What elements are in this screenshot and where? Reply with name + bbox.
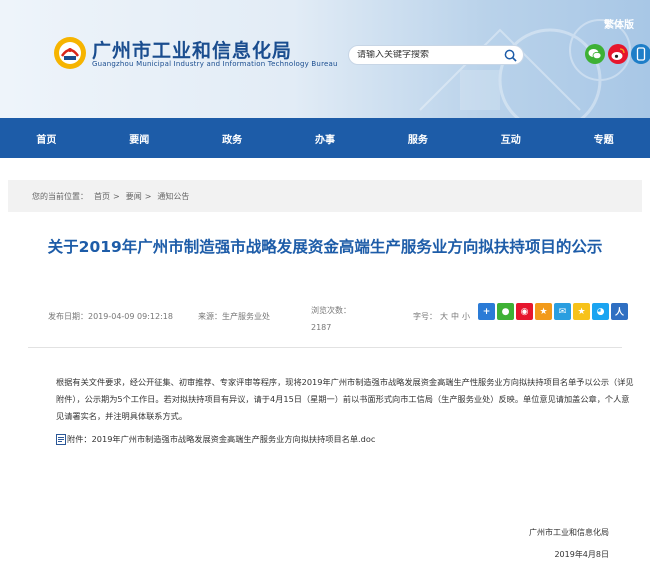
font-size-small[interactable]: 小 [462,312,470,321]
nav-item-home[interactable]: 首页 [0,131,93,146]
nav-item-services-handling[interactable]: 办事 [279,131,372,146]
font-size-medium[interactable]: 中 [451,312,459,321]
doc-file-icon [56,433,66,445]
breadcrumb-separator: > [144,191,152,201]
wechat-icon[interactable] [585,44,605,64]
font-size-control: 字号：大中小 [413,311,470,322]
breadcrumb: 您的当前位置： 首页 > 要闻 > 通知公告 [8,180,642,212]
share-qzone-icon[interactable]: ★ [535,303,552,320]
site-header: 广州市工业和信息化局 Guangzhou Municipal Industry … [0,0,650,118]
share-bar: + ● ◉ ★ ✉ ★ ◕ 人 [478,303,628,320]
share-renren-icon[interactable]: 人 [611,303,628,320]
search-input[interactable] [349,50,499,60]
publish-date: 发布日期：2019-04-09 09:12:18 [48,312,173,321]
view-count: 2187 [311,323,332,332]
share-star-icon[interactable]: ★ [573,303,590,320]
article-title: 关于2019年广州市制造强市战略发展资金高端生产服务业方向拟扶持项目的公示 [47,238,603,256]
article-source: 来源：生产服务业处 [198,312,270,321]
site-subtitle: Guangzhou Municipal Industry and Informa… [92,60,338,68]
breadcrumb-home[interactable]: 首页 [94,191,110,202]
search-icon[interactable] [504,49,517,62]
site-title: 广州市工业和信息化局 [92,40,293,62]
share-qq-icon[interactable]: ◕ [592,303,609,320]
mobile-app-icon[interactable] [631,44,650,64]
breadcrumb-prefix: 您的当前位置： [32,191,88,201]
signature-date: 2019年4月8日 [554,550,609,559]
font-size-label: 字号： [413,312,437,321]
view-count-label: 浏览次数： [311,306,351,315]
attachment: 附件：2019年广州市制造强市战略发展资金高端生产服务业方向拟扶持项目名单.do… [56,433,375,445]
nav-item-news[interactable]: 要闻 [93,131,186,146]
share-email-icon[interactable]: ✉ [554,303,571,320]
font-size-large[interactable]: 大 [440,312,448,321]
share-wechat-icon[interactable]: ● [497,303,514,320]
nav-item-services[interactable]: 服务 [371,131,464,146]
breadcrumb-news[interactable]: 要闻 [126,191,142,202]
bureau-logo [54,37,86,69]
breadcrumb-separator: > [113,191,120,201]
attachment-link[interactable]: 附件：2019年广州市制造强市战略发展资金高端生产服务业方向拟扶持项目名单.do… [67,433,375,445]
nav-item-topics[interactable]: 专题 [557,131,650,146]
article-body: 根据有关文件要求，经公开征集、初审推荐、专家评审等程序，现将2019年广州市制造… [56,377,634,421]
share-weibo-icon[interactable]: ◉ [516,303,533,320]
nav-item-government-affairs[interactable]: 政务 [186,131,279,146]
search-box [348,45,524,65]
main-nav: 首页 要闻 政务 办事 服务 互动 专题 [0,118,650,158]
meta-divider [28,347,622,348]
weibo-icon[interactable] [608,44,628,64]
nav-item-interaction[interactable]: 互动 [464,131,557,146]
breadcrumb-notices[interactable]: 通知公告 [157,191,189,202]
traditional-chinese-link[interactable]: 繁体版 [604,16,634,31]
share-more-icon[interactable]: + [478,303,495,320]
signature: 广州市工业和信息化局 [529,528,609,537]
